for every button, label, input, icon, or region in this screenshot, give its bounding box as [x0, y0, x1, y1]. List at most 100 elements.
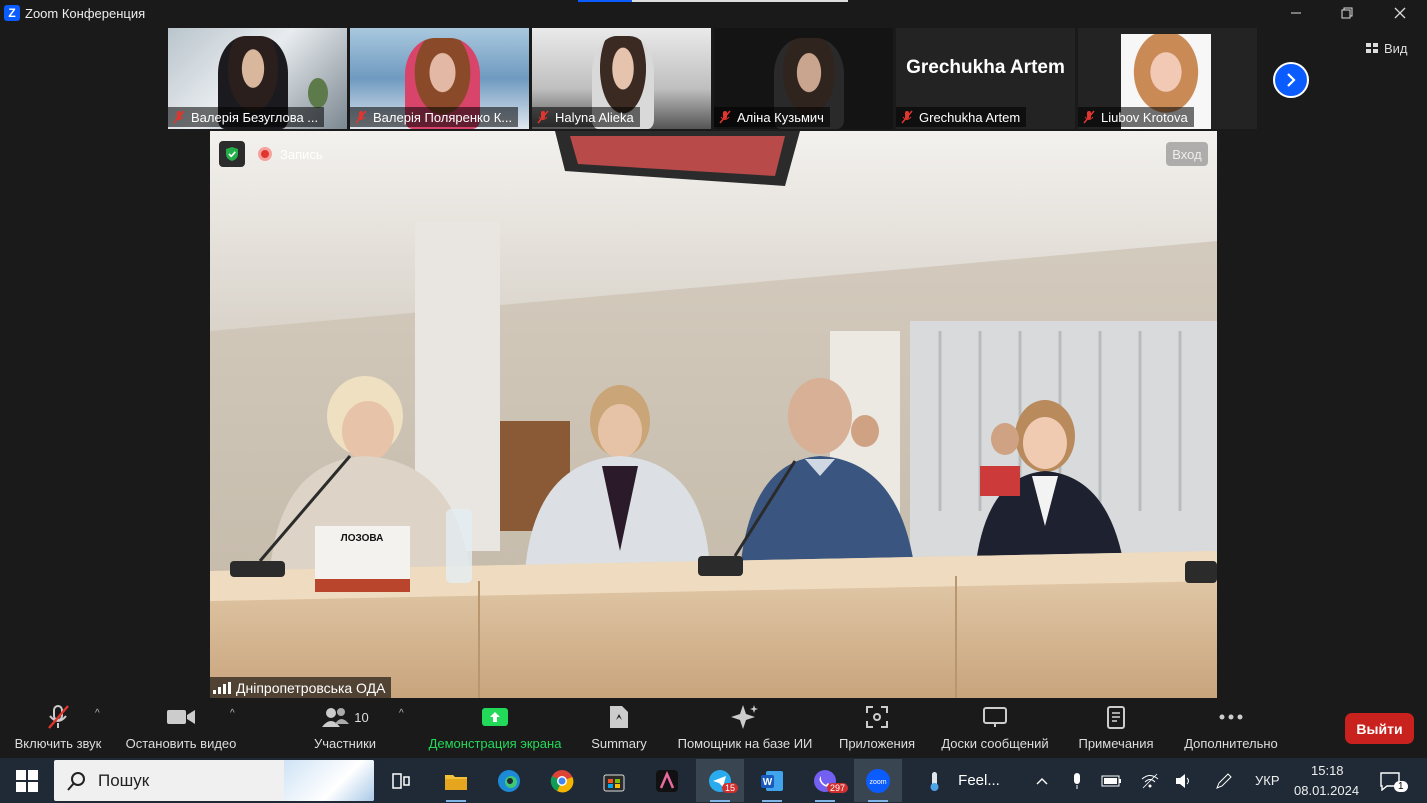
minimize-button[interactable] — [1273, 0, 1319, 26]
participant-tile[interactable]: Валерія Поляренко К... — [350, 28, 529, 129]
restore-button[interactable] — [1324, 0, 1370, 26]
unmute-button[interactable]: Включить звук — [10, 700, 106, 758]
tray-wifi[interactable] — [1138, 759, 1162, 802]
tray-overflow-button[interactable] — [1030, 759, 1054, 802]
participants-options-chevron-icon[interactable]: ^ — [399, 708, 404, 719]
participant-name: Аліна Кузьмич — [737, 109, 824, 125]
notes-label: Примечания — [1078, 736, 1154, 751]
thermometer-icon — [930, 771, 939, 791]
ai-assistant-button[interactable]: Помощник на базе ИИ — [672, 700, 818, 758]
search-icon — [67, 771, 85, 791]
edge-icon — [498, 769, 520, 792]
apps-icon — [866, 706, 888, 728]
participant-name: Halyna Alieka — [555, 109, 634, 125]
summary-icon — [610, 706, 628, 728]
notes-button[interactable]: Примечания — [1073, 700, 1159, 758]
participant-name: Grechukha Artem — [919, 109, 1021, 125]
more-button[interactable]: Дополнительно — [1178, 700, 1284, 758]
taskbar-search[interactable]: Пошук — [54, 760, 374, 801]
recording-indicator[interactable]: Запись — [258, 143, 323, 165]
security-shield-button[interactable] — [219, 141, 245, 167]
share-screen-label: Демонстрация экрана — [428, 736, 562, 751]
participant-tile[interactable]: Halyna Alieka — [532, 28, 711, 129]
zoom-logo-icon: Z — [4, 5, 20, 21]
mic-off-icon — [355, 110, 367, 124]
active-speaker-video: ЛОЗОВА — [210, 131, 1217, 698]
login-button[interactable]: Вход — [1166, 142, 1208, 166]
svg-text:W: W — [763, 777, 773, 788]
grid-view-icon — [1366, 42, 1378, 53]
taskbar-edge[interactable] — [485, 759, 533, 802]
folder-icon — [445, 774, 467, 790]
taskbar-telegram[interactable]: 15 — [696, 759, 744, 802]
taskbar-word[interactable]: W — [748, 759, 796, 802]
windows-start-icon[interactable] — [16, 770, 38, 792]
restore-icon — [1341, 7, 1353, 19]
leave-button[interactable]: Выйти — [1345, 713, 1414, 744]
telegram-badge: 15 — [722, 783, 739, 793]
mic-off-icon — [537, 110, 549, 124]
tray-battery[interactable] — [1100, 759, 1124, 802]
participant-tile[interactable]: Liubov Krotova — [1078, 28, 1257, 129]
nameplate: ЛОЗОВА — [315, 526, 410, 592]
chrome-icon — [550, 769, 574, 792]
clock-date[interactable]: 08.01.2024 — [1294, 783, 1359, 798]
task-view-button[interactable] — [377, 759, 425, 802]
participants-button[interactable]: 10 Участники — [305, 700, 385, 758]
search-placeholder: Пошук — [98, 770, 150, 790]
taskbar-viber[interactable]: 297 — [801, 759, 849, 802]
participant-name: Валерія Поляренко К... — [373, 109, 513, 125]
share-screen-icon — [482, 708, 508, 726]
whiteboard-icon — [983, 707, 1007, 727]
video-options-chevron-icon[interactable]: ^ — [230, 708, 235, 719]
audio-options-chevron-icon[interactable]: ^ — [95, 708, 100, 719]
affinity-icon — [656, 769, 678, 792]
mic-off-icon — [901, 110, 913, 124]
close-icon — [1394, 7, 1406, 19]
recording-dot-icon — [258, 147, 272, 161]
shield-check-icon — [226, 147, 238, 161]
summary-button[interactable]: Summary — [587, 700, 651, 758]
language-indicator[interactable]: УКР — [1255, 773, 1280, 788]
conference-room-scene: ЛОЗОВА — [210, 131, 1217, 698]
tray-volume[interactable] — [1172, 759, 1196, 802]
summary-label: Summary — [591, 736, 647, 751]
participant-name: Liubov Krotova — [1101, 109, 1188, 125]
view-button[interactable]: Вид — [1366, 38, 1408, 58]
tray-microphone[interactable] — [1066, 759, 1088, 802]
minimize-icon — [1291, 12, 1301, 14]
participant-tile[interactable]: Валерія Безуглова ... — [168, 28, 347, 129]
tray-pen[interactable] — [1212, 759, 1236, 802]
stop-video-button[interactable]: Остановить видео — [120, 700, 242, 758]
participant-display-name: Grechukha Artem — [906, 56, 1065, 78]
apps-label: Приложения — [838, 736, 916, 751]
chevron-right-icon — [1287, 73, 1296, 87]
notification-center-button[interactable]: 1 — [1370, 759, 1410, 802]
close-window-button[interactable] — [1377, 0, 1423, 26]
taskbar-weather[interactable]: Feel... — [918, 759, 1008, 802]
taskbar-file-explorer[interactable] — [432, 759, 480, 802]
mic-off-icon — [173, 110, 185, 124]
pen-icon — [1216, 772, 1232, 789]
store-icon — [603, 774, 625, 791]
whiteboards-label: Доски сообщений — [941, 736, 1049, 751]
taskbar-chrome[interactable] — [538, 759, 586, 802]
participants-icon — [322, 708, 350, 727]
loading-progress-bar — [578, 0, 848, 2]
taskbar-store[interactable] — [590, 759, 638, 802]
participant-name: Валерія Безуглова ... — [191, 109, 319, 125]
participant-tile[interactable]: Аліна Кузьмич — [714, 28, 893, 129]
nameplate-text: ЛОЗОВА — [341, 533, 384, 544]
taskbar-zoom[interactable]: zoom — [854, 759, 902, 802]
whiteboards-button[interactable]: Доски сообщений — [935, 700, 1055, 758]
apps-button[interactable]: Приложения — [834, 700, 920, 758]
next-page-button[interactable] — [1273, 62, 1309, 98]
clock-time[interactable]: 15:18 — [1311, 763, 1344, 778]
taskbar-affinity[interactable] — [643, 759, 691, 802]
view-label: Вид — [1384, 40, 1408, 56]
mic-muted-icon — [48, 705, 69, 729]
participant-tile[interactable]: Grechukha Artem Grechukha Artem — [896, 28, 1075, 129]
notes-icon — [1107, 706, 1125, 729]
video-camera-icon — [167, 710, 195, 724]
share-screen-button[interactable]: Демонстрация экрана — [424, 700, 566, 758]
